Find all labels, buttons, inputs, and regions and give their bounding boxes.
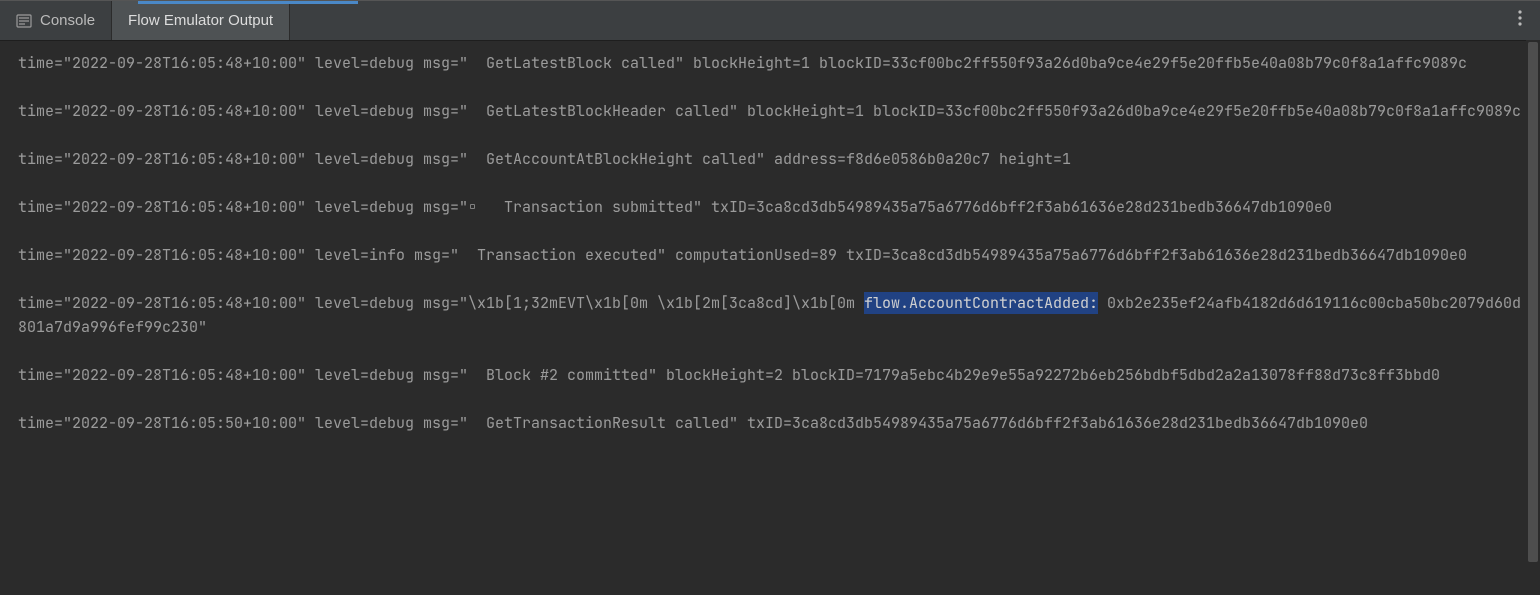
scrollbar-thumb[interactable] xyxy=(1528,42,1538,562)
tab-console-label: Console xyxy=(40,12,95,29)
kebab-icon xyxy=(1518,10,1522,31)
selected-text: flow.AccountContractAdded: xyxy=(864,292,1098,314)
tab-flow-emulator-output[interactable]: Flow Emulator Output xyxy=(112,1,290,40)
vertical-scrollbar[interactable] xyxy=(1526,40,1540,595)
tab-flow-label: Flow Emulator Output xyxy=(128,12,273,29)
tab-console[interactable]: Console xyxy=(0,1,112,40)
tab-bar: Console Flow Emulator Output xyxy=(0,1,1540,41)
more-options-button[interactable] xyxy=(1500,1,1540,40)
console-icon xyxy=(16,13,32,29)
output-panel: Console Flow Emulator Output time="2022-… xyxy=(0,0,1540,595)
log-text: time="2022-09-28T16:05:48+10:00" level=d… xyxy=(18,51,1522,435)
log-output-area[interactable]: time="2022-09-28T16:05:48+10:00" level=d… xyxy=(0,41,1540,595)
